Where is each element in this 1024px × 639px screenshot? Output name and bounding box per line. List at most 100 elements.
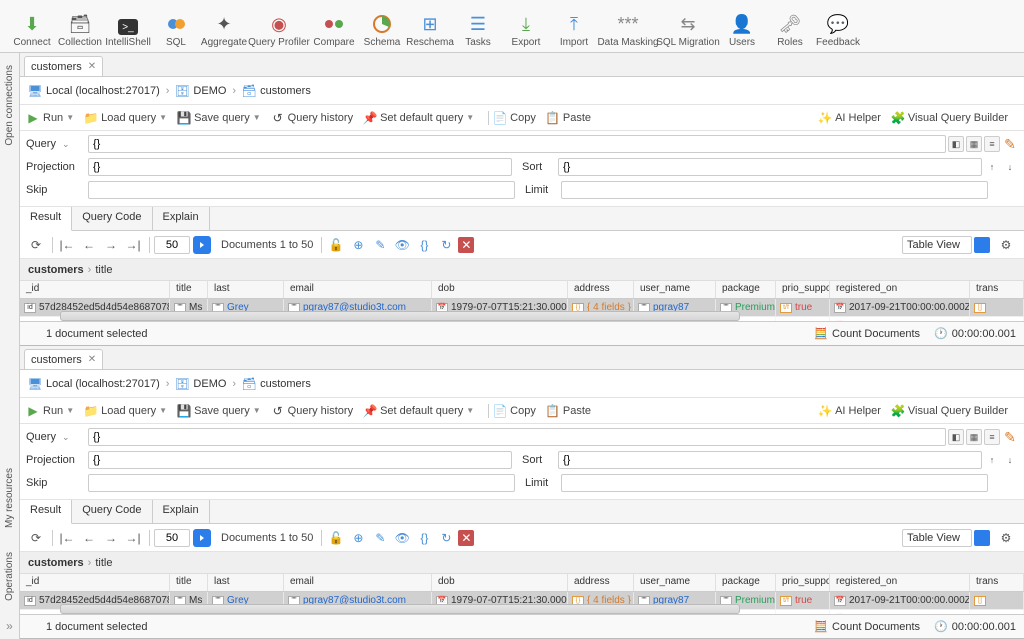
import-button[interactable]: ⤒Import — [550, 4, 598, 48]
copy-button[interactable]: 📄Copy — [493, 111, 536, 125]
query-input[interactable] — [88, 428, 946, 446]
chevron-down-icon[interactable]: ⌄ — [62, 139, 70, 150]
set-default-query-button[interactable]: 📌Set default query▼ — [363, 404, 474, 418]
copy-button[interactable]: 📄Copy — [493, 404, 536, 418]
close-icon[interactable]: ✕ — [88, 61, 96, 72]
ai-helper-button[interactable]: ✨AI Helper — [818, 111, 881, 125]
sort-input[interactable] — [558, 158, 982, 176]
update-icon[interactable]: ↻ — [436, 235, 456, 255]
feedback-button[interactable]: 💬Feedback — [814, 4, 862, 48]
query-opt2-button[interactable]: ▦ — [966, 136, 982, 152]
count-documents-button[interactable]: 🧮Count Documents — [814, 327, 920, 340]
horizontal-scrollbar[interactable] — [60, 604, 740, 614]
col-last[interactable]: last — [208, 281, 284, 298]
query-history-button[interactable]: ↺Query history — [271, 404, 353, 418]
col-trans[interactable]: trans — [970, 281, 1024, 298]
projection-input[interactable] — [88, 451, 512, 469]
page-go-button[interactable] — [193, 236, 211, 254]
delete-icon[interactable]: ✕ — [458, 237, 474, 253]
prev-page-icon[interactable]: ← — [79, 235, 99, 255]
view-mode-select[interactable]: Table View — [902, 529, 972, 547]
rail-open-connections[interactable]: Open connections — [4, 53, 15, 158]
load-query-button[interactable]: 📁Load query▼ — [84, 111, 167, 125]
col-dob[interactable]: dob — [432, 281, 568, 298]
visual-query-builder-button[interactable]: 🧩Visual Query Builder — [891, 111, 1008, 125]
ai-helper-button[interactable]: ✨AI Helper — [818, 404, 881, 418]
col-id[interactable]: _id — [20, 281, 170, 298]
sql-migration-button[interactable]: ⇆SQL Migration — [658, 4, 718, 48]
tab-query-code[interactable]: Query Code — [72, 500, 152, 523]
close-icon[interactable]: ✕ — [88, 354, 96, 365]
last-page-icon[interactable]: →| — [123, 235, 143, 255]
query-opt1-button[interactable]: ◧ — [948, 136, 964, 152]
tab-query-code[interactable]: Query Code — [72, 207, 152, 230]
connect-button[interactable]: ⬇Connect — [8, 4, 56, 48]
tab-explain[interactable]: Explain — [153, 500, 210, 523]
breadcrumb-db[interactable]: DEMO — [193, 85, 226, 97]
visual-query-builder-button[interactable]: 🧩Visual Query Builder — [891, 404, 1008, 418]
col-email[interactable]: email — [284, 281, 432, 298]
next-page-icon[interactable]: → — [101, 235, 121, 255]
aggregate-button[interactable]: ✦Aggregate — [200, 4, 248, 48]
refresh-icon[interactable]: ⟳ — [26, 528, 46, 548]
col-username[interactable]: user_name — [634, 281, 716, 298]
intellishell-button[interactable]: >_IntelliShell — [104, 4, 152, 48]
col-title[interactable]: title — [170, 281, 208, 298]
tasks-button[interactable]: ☰Tasks — [454, 4, 502, 48]
first-page-icon[interactable]: |← — [57, 235, 77, 255]
count-documents-button[interactable]: 🧮Count Documents — [814, 620, 920, 633]
tab-explain[interactable]: Explain — [153, 207, 210, 230]
view-doc-icon[interactable]: 👁 — [392, 235, 412, 255]
gear-icon[interactable]: ⚙ — [996, 528, 1016, 548]
query-opt3-button[interactable]: ≡ — [984, 136, 1000, 152]
sql-button[interactable]: SQL — [152, 4, 200, 48]
run-button[interactable]: ▶Run▼ — [26, 111, 74, 125]
tab-customers[interactable]: customers✕ — [24, 56, 103, 76]
load-query-button[interactable]: 📁Load query▼ — [84, 404, 167, 418]
tab-result[interactable]: Result — [20, 500, 72, 524]
set-default-query-button[interactable]: 📌Set default query▼ — [363, 111, 474, 125]
col-registeredon[interactable]: registered_on — [830, 281, 970, 298]
users-button[interactable]: 👤Users — [718, 4, 766, 48]
compare-button[interactable]: Compare — [310, 4, 358, 48]
lock-icon[interactable]: 🔓 — [326, 235, 346, 255]
limit-input[interactable] — [561, 474, 988, 492]
export-button[interactable]: ⤓Export — [502, 4, 550, 48]
query-profiler-button[interactable]: ◉Query Profiler — [248, 4, 310, 48]
paste-button[interactable]: 📋Paste — [546, 404, 591, 418]
breadcrumb-host[interactable]: Local (localhost:27017) — [46, 85, 160, 97]
breadcrumb-collection[interactable]: customers — [260, 378, 311, 390]
roles-button[interactable]: 🗝Roles — [766, 4, 814, 48]
breadcrumb-collection[interactable]: customers — [260, 85, 311, 97]
rail-my-resources[interactable]: My resources — [4, 456, 15, 540]
tab-customers[interactable]: customers✕ — [24, 349, 103, 369]
reschema-button[interactable]: ⊞Reschema — [406, 4, 454, 48]
view-mode-toggle[interactable] — [974, 237, 990, 253]
paste-button[interactable]: 📋Paste — [546, 111, 591, 125]
breadcrumb-host[interactable]: Local (localhost:27017) — [46, 378, 160, 390]
gear-icon[interactable]: ⚙ — [996, 235, 1016, 255]
col-address[interactable]: address — [568, 281, 634, 298]
projection-input[interactable] — [88, 158, 512, 176]
add-doc-icon[interactable]: ⊕ — [348, 235, 368, 255]
query-input[interactable] — [88, 135, 946, 153]
sort-input[interactable] — [558, 451, 982, 469]
save-query-button[interactable]: 💾Save query▼ — [177, 404, 261, 418]
sort-asc-icon[interactable]: ↑ — [984, 159, 1000, 175]
refresh-icon[interactable]: ⟳ — [26, 235, 46, 255]
skip-input[interactable] — [88, 181, 515, 199]
schema-button[interactable]: Schema — [358, 4, 406, 48]
sort-desc-icon[interactable]: ↓ — [1002, 159, 1018, 175]
rail-expand-icon[interactable]: » — [6, 613, 13, 639]
page-size-input[interactable] — [154, 529, 190, 547]
run-button[interactable]: ▶Run▼ — [26, 404, 74, 418]
save-query-button[interactable]: 💾Save query▼ — [177, 111, 261, 125]
breadcrumb-db[interactable]: DEMO — [193, 378, 226, 390]
skip-input[interactable] — [88, 474, 515, 492]
col-priosupport[interactable]: prio_support — [776, 281, 830, 298]
json-icon[interactable]: {} — [414, 235, 434, 255]
horizontal-scrollbar[interactable] — [60, 311, 740, 321]
data-masking-button[interactable]: ***Data Masking — [598, 4, 658, 48]
col-package[interactable]: package — [716, 281, 776, 298]
brush-icon[interactable]: ✎ — [1002, 136, 1018, 152]
